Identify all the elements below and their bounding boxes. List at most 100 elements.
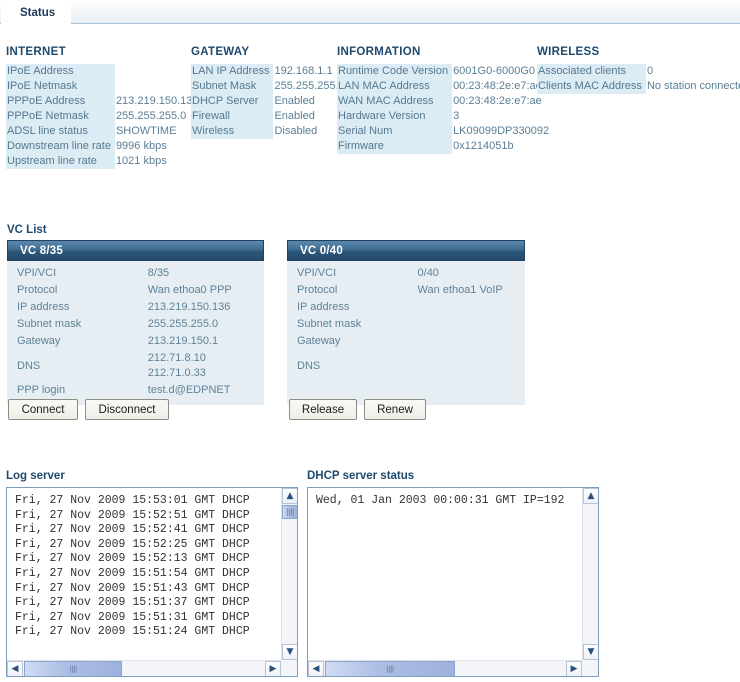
dhcp-status-textbox[interactable]: Wed, 01 Jan 2003 00:00:31 GMT IP=192 ▲ ▼… xyxy=(307,487,599,677)
page-header: Status xyxy=(0,0,740,24)
gateway-row: DHCP Server Enabled xyxy=(191,94,347,109)
scroll-right-arrow-glyph: ▶ xyxy=(269,663,277,674)
scroll-left-arrow-glyph: ◀ xyxy=(312,663,320,674)
information-section: INFORMATION Runtime Code Version 6001G0-6… xyxy=(337,46,549,154)
dhcp-horizontal-scrollbar[interactable]: ◀ |||| ▶ xyxy=(308,660,582,676)
information-value: 3 xyxy=(453,110,460,122)
vc-0-value: 213.219.150.1 xyxy=(147,335,219,347)
log-line: Fri, 27 Nov 2009 15:52:41 GMT DHCP xyxy=(15,523,250,537)
vc-1-value xyxy=(416,333,525,350)
disconnect-button[interactable]: Disconnect xyxy=(85,399,169,420)
gateway-label: Subnet Mask xyxy=(191,79,274,94)
scroll-down-icon[interactable]: ▼ xyxy=(282,644,297,660)
internet-label: Upstream line rate xyxy=(6,154,115,169)
scroll-up-icon[interactable]: ▲ xyxy=(282,488,297,504)
information-label: Firmware xyxy=(337,139,453,154)
renew-button[interactable]: Renew xyxy=(364,399,426,420)
scroll-left-icon[interactable]: ◀ xyxy=(308,661,324,676)
scroll-down-arrow-glyph: ▼ xyxy=(286,646,294,657)
scroll-right-arrow-glyph: ▶ xyxy=(570,663,578,674)
vc-1-dns-label: DNS xyxy=(297,359,321,372)
information-label: Hardware Version xyxy=(337,109,453,124)
vc-panel-1-body: VPI/VCI 0/40 Protocol Wan ethoa1 VoIP IP add… xyxy=(287,261,525,405)
internet-row: Downstream line rate 9996 kbps xyxy=(6,139,201,154)
internet-section-title: INTERNET xyxy=(6,46,66,58)
vertical-scroll-thumb[interactable]: |||| xyxy=(282,505,297,519)
wireless-row: Clients MAC Address No station connected xyxy=(537,79,740,94)
dhcp-vertical-scrollbar[interactable]: ▲ ▼ xyxy=(582,488,598,660)
vc-panel-1-header: VC 0/40 xyxy=(287,240,525,261)
dhcp-status-title: DHCP server status xyxy=(307,470,415,482)
dhcp-line: Wed, 01 Jan 2003 00:00:31 GMT IP=192 xyxy=(316,494,565,507)
vc-0-row: Subnet mask 255.255.255.0 xyxy=(7,316,264,333)
internet-section: INTERNET IPoE Address IPoE Netmask PPPoE A… xyxy=(6,46,199,169)
information-row: WAN MAC Address 00:23:48:2e:e7:ae xyxy=(337,94,551,109)
log-line: Fri, 27 Nov 2009 15:52:13 GMT DHCP xyxy=(15,552,250,566)
information-row: Firmware 0x1214051b xyxy=(337,139,551,154)
vc-0-value: 213.219.150.136 xyxy=(147,301,231,313)
log-server-horizontal-scrollbar[interactable]: ◀ |||| ▶ xyxy=(7,660,281,676)
vc-0-dns-value: 212.71.8.10 212.71.0.33 xyxy=(147,352,206,379)
vc-0-label: VPI/VCI xyxy=(17,267,57,279)
tab-status[interactable]: Status xyxy=(1,1,72,24)
scrollbar-corner xyxy=(582,660,598,676)
release-button[interactable]: Release xyxy=(289,399,357,420)
connect-button[interactable]: Connect xyxy=(8,399,78,420)
internet-value: 9996 kbps xyxy=(115,140,167,152)
vc-1-login-row xyxy=(287,382,525,399)
scroll-up-icon[interactable]: ▲ xyxy=(583,488,598,504)
vc-1-row: Subnet mask xyxy=(287,316,525,333)
vc-1-label: Subnet mask xyxy=(297,318,362,330)
wireless-section-title: WIRELESS xyxy=(537,46,600,58)
horizontal-scroll-thumb[interactable]: |||| xyxy=(325,661,455,676)
scroll-down-icon[interactable]: ▼ xyxy=(583,644,598,660)
dhcp-status-panel: DHCP server status Wed, 01 Jan 2003 00:0… xyxy=(307,470,599,677)
horizontal-scroll-thumb[interactable]: |||| xyxy=(24,661,122,676)
vc-0-login-row: PPP login test.d@EDPNET xyxy=(7,382,264,399)
vc-0-label: Subnet mask xyxy=(17,318,82,330)
internet-row: PPPoE Address 213.219.150.136 xyxy=(6,94,201,109)
internet-value xyxy=(115,64,201,79)
scroll-up-arrow-glyph: ▲ xyxy=(587,490,595,501)
wireless-value: No station connected xyxy=(646,80,740,92)
vc-1-label: VPI/VCI xyxy=(297,267,337,279)
gateway-value: Disabled xyxy=(274,125,318,137)
log-server-textbox[interactable]: Fri, 27 Nov 2009 15:53:01 GMT DHCP Fri, 2… xyxy=(6,487,298,677)
vc-1-row: VPI/VCI 0/40 xyxy=(287,265,525,282)
scroll-right-icon[interactable]: ▶ xyxy=(566,661,582,676)
vc-0-row: Protocol Wan ethoa0 PPP xyxy=(7,282,264,299)
information-row: Serial Num LK09099DP330092 xyxy=(337,124,551,139)
wireless-label: Clients MAC Address xyxy=(537,79,646,94)
vc-0-label: Gateway xyxy=(17,335,61,347)
scroll-left-arrow-glyph: ◀ xyxy=(11,663,19,674)
gateway-row: LAN IP Address 192.168.1.1 xyxy=(191,64,347,79)
log-line: Fri, 27 Nov 2009 15:51:54 GMT DHCP xyxy=(15,566,250,580)
vc-1-value: 0/40 xyxy=(417,267,439,279)
gateway-section: GATEWAY LAN IP Address 192.168.1.1 Subnet … xyxy=(191,46,345,139)
log-server-vertical-scrollbar[interactable]: ▲ |||| ▼ xyxy=(281,488,297,660)
wireless-row: Associated clients 0 xyxy=(537,64,740,79)
information-value: 00:23:48:2e:e7:ae xyxy=(453,95,542,107)
wireless-label: Associated clients xyxy=(537,64,646,79)
gateway-section-title: GATEWAY xyxy=(191,46,250,58)
wireless-section: WIRELESS Associated clients 0 Clients MAC … xyxy=(537,46,740,94)
vc-1-value: Wan ethoa1 VoIP xyxy=(417,284,503,296)
scroll-right-icon[interactable]: ▶ xyxy=(265,661,281,676)
vc-list-label: VC List xyxy=(7,224,47,236)
vc-1-login-value xyxy=(416,382,525,399)
internet-row: ADSL line status SHOWTIME xyxy=(6,124,201,139)
vc-1-label: Protocol xyxy=(297,284,338,296)
internet-value: 255.255.255.0 xyxy=(115,110,187,122)
vc-panel-0: VC 8/35 VPI/VCI 8/35 Protocol Wan ethoa0 PP… xyxy=(7,240,264,405)
wireless-value: 0 xyxy=(646,65,654,77)
vc-panel-0-header: VC 8/35 xyxy=(7,240,264,261)
internet-table: IPoE Address IPoE Netmask PPPoE Address 213… xyxy=(6,64,201,169)
vc-1-row: IP address xyxy=(287,299,525,316)
vc-0-label: Protocol xyxy=(17,284,58,296)
information-row: Hardware Version 3 xyxy=(337,109,551,124)
gateway-label: Wireless xyxy=(191,124,274,139)
vc-0-login-label: PPP login xyxy=(17,384,66,396)
scroll-left-icon[interactable]: ◀ xyxy=(7,661,23,676)
log-line: Fri, 27 Nov 2009 15:51:24 GMT DHCP xyxy=(15,625,250,639)
vc-0-dns-label: DNS xyxy=(17,359,41,372)
